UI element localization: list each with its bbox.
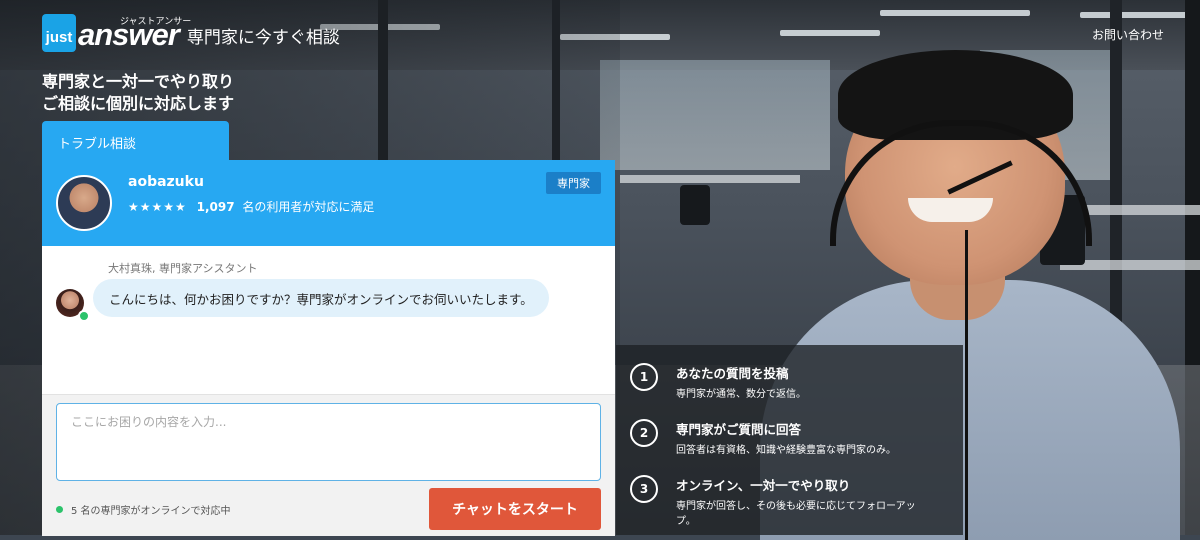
online-dot-icon [56, 506, 63, 513]
headline-line2: ご相談に個別に対応します [42, 94, 235, 113]
step-desc: 専門家が回答し、その後も必要に応じてフォローアッ プ。 [676, 501, 916, 527]
logo[interactable]: just ジャストアンサー answer 専門家に今すぐ相談 [42, 14, 340, 52]
expert-badge: 専門家 [546, 172, 601, 194]
chat-messages: 大村真珠, 専門家アシスタント こんにちは、何かお困りですか？専門家がオンライン… [42, 246, 615, 394]
question-input[interactable] [56, 403, 601, 481]
logo-katakana: ジャストアンサー [120, 17, 192, 27]
step-3: 3 オンライン、一対一でやり取り 専門家が回答し、その後も必要に応じてフォローア… [630, 475, 926, 529]
logo-just-badge: just [42, 14, 76, 52]
step-number: 3 [630, 475, 658, 503]
satisfied-count: 1,097 [196, 200, 235, 214]
chat-composer: 5 名の専門家がオンラインで対応中 チャットをスタート [42, 394, 615, 536]
step-number: 2 [630, 419, 658, 447]
step-number: 1 [630, 363, 658, 391]
step-title: あなたの質問を投稿 [676, 366, 789, 381]
contact-link[interactable]: お問い合わせ [1092, 26, 1164, 43]
headline-line1: 専門家と一対一でやり取り [42, 72, 235, 91]
assistant-message: こんにちは、何かお困りですか？専門家がオンラインでお伺いいたします。 [93, 279, 549, 317]
chat-widget: aobazuku ★★★★★ 1,097 名の利用者が対応に満足 専門家 大村真… [42, 160, 615, 536]
expert-name: aobazuku [128, 174, 204, 190]
tab-trouble-consultation[interactable]: トラブル相談 [42, 121, 229, 161]
assistant-name: 大村真珠, 専門家アシスタント [108, 262, 258, 275]
start-chat-button[interactable]: チャットをスタート [429, 488, 601, 530]
expert-rating: ★★★★★ 1,097 名の利用者が対応に満足 [128, 198, 374, 215]
step-2: 2 専門家がご質問に回答 回答者は有資格、知識や経験豊富な専門家のみ。 [630, 419, 896, 458]
satisfied-text: 名の利用者が対応に満足 [242, 200, 375, 214]
online-experts-text: 5 名の専門家がオンラインで対応中 [71, 506, 231, 517]
step-desc: 回答者は有資格、知識や経験豊富な専門家のみ。 [676, 445, 896, 456]
headline: 専門家と一対一でやり取り ご相談に個別に対応します [42, 71, 234, 115]
star-rating-icon: ★★★★★ [128, 200, 187, 214]
step-1: 1 あなたの質問を投稿 専門家が通常、数分で返信。 [630, 363, 806, 402]
online-experts-status: 5 名の専門家がオンラインで対応中 [56, 502, 231, 517]
step-title: 専門家がご質問に回答 [676, 422, 802, 437]
expert-header: aobazuku ★★★★★ 1,097 名の利用者が対応に満足 専門家 [42, 160, 615, 246]
step-title: オンライン、一対一でやり取り [676, 478, 851, 493]
logo-tagline: 専門家に今すぐ相談 [186, 28, 340, 48]
online-indicator-icon [78, 310, 90, 322]
how-it-works-panel: 1 あなたの質問を投稿 専門家が通常、数分で返信。 2 専門家がご質問に回答 回… [616, 345, 963, 535]
step-desc: 専門家が通常、数分で返信。 [676, 389, 806, 400]
expert-avatar [56, 175, 112, 231]
